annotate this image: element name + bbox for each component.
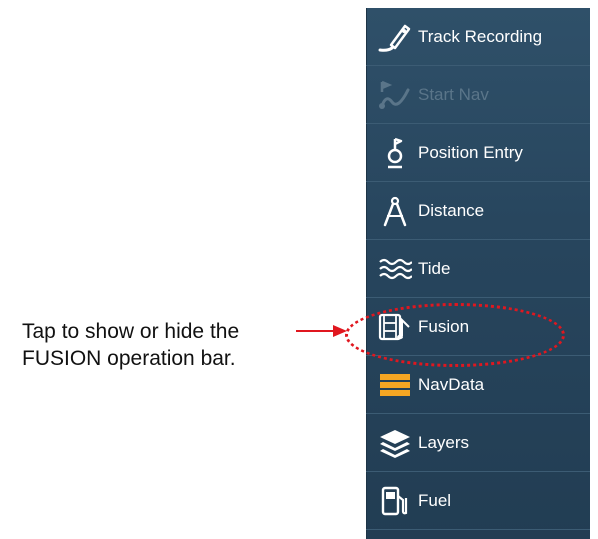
menu-item-label: Fuel bbox=[418, 490, 452, 510]
menu-item-track-recording[interactable]: Track Recording bbox=[366, 8, 590, 66]
layers-icon bbox=[378, 426, 412, 460]
menu-item-label: Start Nav bbox=[418, 84, 489, 104]
menu-item-layers[interactable]: Layers bbox=[366, 414, 590, 472]
position-entry-icon bbox=[378, 136, 412, 170]
navdata-icon bbox=[378, 368, 412, 402]
callout-arrow-line bbox=[296, 330, 334, 332]
menu-item-label: Position Entry bbox=[418, 142, 523, 162]
callout-line-1: Tap to show or hide the bbox=[22, 320, 240, 343]
menu-item-distance[interactable]: Distance bbox=[366, 182, 590, 240]
start-nav-icon bbox=[378, 78, 412, 112]
distance-icon bbox=[378, 194, 412, 228]
track-recording-icon bbox=[378, 20, 412, 54]
fuel-icon bbox=[378, 484, 412, 518]
menu-item-fuel[interactable]: Fuel bbox=[366, 472, 590, 530]
menu-item-label: Tide bbox=[418, 258, 451, 278]
tide-icon bbox=[378, 252, 412, 286]
callout-text: Tap to show or hide the FUSION operation… bbox=[22, 318, 292, 372]
menu-item-label: Layers bbox=[418, 432, 470, 452]
menu-item-position-entry[interactable]: Position Entry bbox=[366, 124, 590, 182]
menu-item-label: Track Recording bbox=[418, 26, 543, 46]
fusion-highlight-ellipse bbox=[345, 303, 565, 367]
menu-item-tide[interactable]: Tide bbox=[366, 240, 590, 298]
callout-line-2: FUSION operation bar. bbox=[22, 347, 236, 370]
menu-item-label: Distance bbox=[418, 200, 485, 220]
side-menu: Track Recording Start Nav Position Entry bbox=[366, 8, 590, 539]
menu-item-label: NavData bbox=[418, 374, 485, 394]
menu-item-start-nav[interactable]: Start Nav bbox=[366, 66, 590, 124]
